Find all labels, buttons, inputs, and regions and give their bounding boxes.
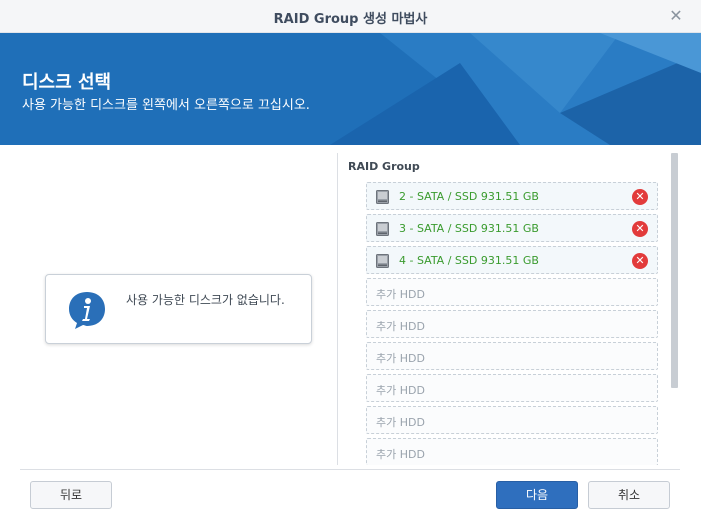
disk-slot[interactable]: 2 - SATA / SSD 931.51 GB ✕: [366, 182, 658, 210]
remove-disk-icon[interactable]: ✕: [632, 221, 648, 237]
remove-disk-icon[interactable]: ✕: [632, 189, 648, 205]
empty-disk-slot[interactable]: 추가 HDD: [366, 374, 658, 402]
disk-slot[interactable]: 4 - SATA / SSD 931.51 GB ✕: [366, 246, 658, 274]
close-icon[interactable]: ✕: [667, 7, 685, 25]
empty-slot-label: 추가 HDD: [376, 320, 425, 333]
back-button[interactable]: 뒤로: [30, 481, 112, 509]
disk-slot-list: 2 - SATA / SSD 931.51 GB ✕ 3 - SATA / SS…: [366, 182, 658, 465]
info-icon: [69, 292, 105, 329]
empty-slot-label: 추가 HDD: [376, 448, 425, 461]
empty-disk-slot[interactable]: 추가 HDD: [366, 342, 658, 370]
hard-disk-icon: [376, 222, 389, 236]
raid-group-scrollbar[interactable]: [670, 153, 678, 465]
scrollbar-thumb[interactable]: [671, 153, 678, 388]
raid-group-panel: RAID Group 2 - SATA / SSD 931.51 GB ✕ 3 …: [337, 153, 680, 465]
empty-slot-label: 추가 HDD: [376, 288, 425, 301]
hard-disk-icon: [376, 190, 389, 204]
disk-label: 4 - SATA / SSD 931.51 GB: [399, 254, 539, 267]
remove-disk-icon[interactable]: ✕: [632, 253, 648, 269]
empty-disk-slot[interactable]: 추가 HDD: [366, 310, 658, 338]
empty-disk-slot[interactable]: 추가 HDD: [366, 278, 658, 306]
raid-group-label: RAID Group: [348, 160, 420, 173]
header-banner: 디스크 선택 사용 가능한 디스크를 왼쪽에서 오른쪽으로 끄십시오.: [0, 33, 701, 145]
title-bar: RAID Group 생성 마법사 ✕: [0, 0, 701, 33]
next-button[interactable]: 다음: [496, 481, 578, 509]
available-disks-panel: 사용 가능한 디스크가 없습니다.: [45, 274, 312, 344]
empty-slot-label: 추가 HDD: [376, 352, 425, 365]
footer-divider: [20, 469, 680, 470]
page-subtitle: 사용 가능한 디스크를 왼쪽에서 오른쪽으로 끄십시오.: [22, 98, 310, 113]
page-title: 디스크 선택: [22, 72, 112, 93]
hard-disk-icon: [376, 254, 389, 268]
empty-slot-label: 추가 HDD: [376, 384, 425, 397]
cancel-button[interactable]: 취소: [588, 481, 670, 509]
disk-label: 2 - SATA / SSD 931.51 GB: [399, 190, 539, 203]
disk-label: 3 - SATA / SSD 931.51 GB: [399, 222, 539, 235]
empty-disk-slot[interactable]: 추가 HDD: [366, 406, 658, 434]
no-disks-message: 사용 가능한 디스크가 없습니다.: [126, 293, 285, 307]
empty-slot-label: 추가 HDD: [376, 416, 425, 429]
empty-disk-slot[interactable]: 추가 HDD: [366, 438, 658, 465]
disk-slot[interactable]: 3 - SATA / SSD 931.51 GB ✕: [366, 214, 658, 242]
window-title: RAID Group 생성 마법사: [273, 12, 428, 27]
